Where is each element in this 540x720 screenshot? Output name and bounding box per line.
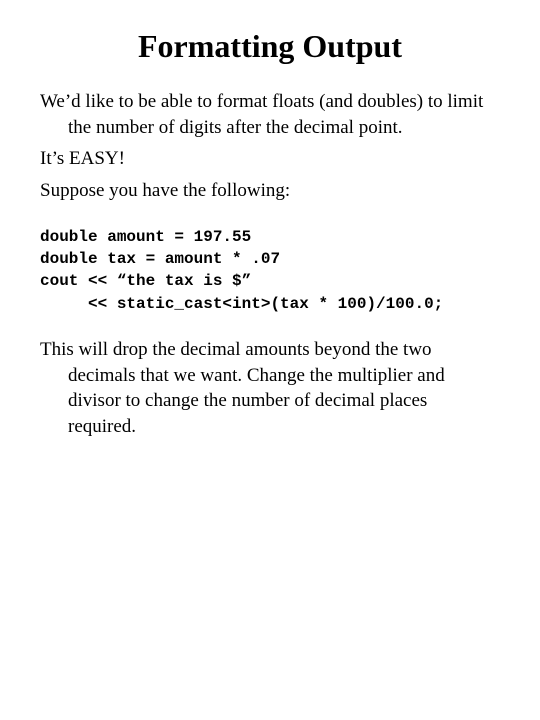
paragraph-easy: It’s EASY! bbox=[40, 146, 500, 172]
slide-title: Formatting Output bbox=[40, 28, 500, 65]
paragraph-intro: We’d like to be able to format floats (a… bbox=[40, 89, 500, 140]
paragraph-suppose: Suppose you have the following: bbox=[40, 178, 500, 204]
paragraph-explain: This will drop the decimal amounts beyon… bbox=[40, 337, 500, 440]
code-snippet: double amount = 197.55 double tax = amou… bbox=[40, 226, 500, 316]
slide-container: Formatting Output We’d like to be able t… bbox=[0, 0, 540, 464]
